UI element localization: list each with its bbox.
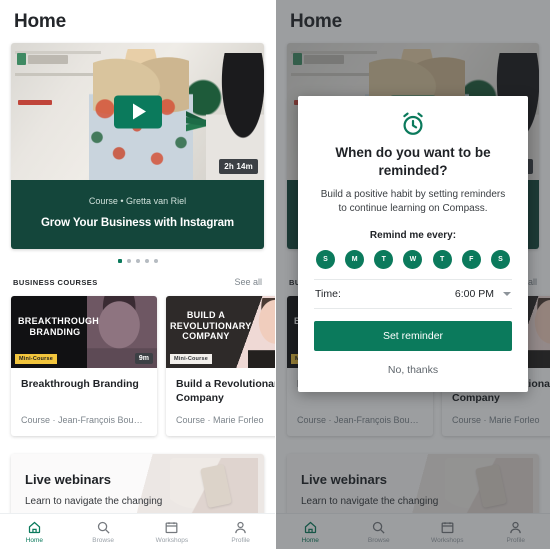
course-card-list: BREAKTHROUGHBRANDING Mini-Course 9m Brea… <box>0 296 275 437</box>
nav-label: Browse <box>92 536 114 544</box>
decor-book <box>28 55 68 64</box>
phone-screen-right: Home 2h 14m <box>275 0 550 549</box>
carousel-dot[interactable] <box>126 259 131 263</box>
carousel-dot[interactable] <box>117 259 122 263</box>
nav-item-home[interactable]: Home <box>0 514 69 549</box>
day-toggle-tuesday[interactable]: T <box>374 250 394 270</box>
dialog-body-text: Build a positive habit by setting remind… <box>320 189 506 215</box>
carousel-dot[interactable] <box>153 259 158 263</box>
course-title: Breakthrough Branding <box>21 378 139 390</box>
no-thanks-button[interactable]: No, thanks <box>314 357 512 382</box>
nav-label: Profile <box>231 536 250 544</box>
see-all-link[interactable]: See all <box>234 277 262 287</box>
play-icon[interactable] <box>113 95 162 128</box>
day-toggle-monday[interactable]: M <box>345 250 365 270</box>
duration-badge: 9m <box>134 353 153 364</box>
day-toggle-wednesday[interactable]: W <box>403 250 423 270</box>
course-thumbnail: BUILD AREVOLUTIONARYCOMPANY Mini-Course <box>166 296 275 368</box>
course-title: Build a Revolutionary Company <box>176 378 275 404</box>
featured-course-meta: Course • Gretta van Riel Grow Your Busin… <box>11 180 264 249</box>
dialog-heading: When do you want to be reminded? <box>335 145 491 178</box>
time-value: 6:00 PM <box>454 288 494 301</box>
screenshot-pair: Home 2h 14m Course • Gretta van Riel Gro… <box>0 0 550 549</box>
alarm-clock-icon-wrap <box>314 110 512 138</box>
carousel-dot[interactable] <box>144 259 149 263</box>
nav-item-workshops[interactable]: Workshops <box>138 514 207 549</box>
nav-item-browse[interactable]: Browse <box>69 514 138 549</box>
course-card[interactable]: BREAKTHROUGHBRANDING Mini-Course 9m Brea… <box>11 296 157 437</box>
alarm-clock-icon <box>403 112 423 135</box>
course-meta: Course · Jean-François Boucha... <box>21 415 147 425</box>
remind-frequency-label: Remind me every: <box>369 230 457 242</box>
phone-screen-left: Home 2h 14m Course • Gretta van Riel Gro… <box>0 0 275 549</box>
course-meta: Course · Marie Forleo <box>176 415 264 426</box>
home-screen-content: Home 2h 14m <box>0 0 275 549</box>
reminder-dialog: When do you want to be reminded? Build a… <box>298 96 528 393</box>
calendar-icon <box>165 521 178 533</box>
home-icon <box>28 521 40 533</box>
decor-book <box>18 100 52 105</box>
course-thumbnail: BREAKTHROUGHBRANDING Mini-Course 9m <box>11 296 157 368</box>
section-title: BUSINESS COURSES <box>13 278 98 287</box>
day-toggle-thursday[interactable]: T <box>432 250 452 270</box>
time-value-group[interactable]: 6:00 PM <box>455 288 511 300</box>
thumbnail-art-title: BREAKTHROUGHBRANDING <box>18 316 100 337</box>
featured-course-title: Grow Your Business with Instagram <box>40 217 235 229</box>
thumbnail-art-title: BUILD AREVOLUTIONARYCOMPANY <box>170 310 252 342</box>
course-card-body: Build a Revolutionary Company Course · M… <box>166 368 275 436</box>
page-title: Home <box>14 11 66 32</box>
nav-label: Home <box>25 536 44 544</box>
course-card-body: Breakthrough Branding Course · Jean-Fran… <box>11 368 157 436</box>
bottom-navigation: Home Browse Workshops Profile <box>0 513 275 549</box>
featured-course-card[interactable]: 2h 14m Course • Gretta van Riel Grow You… <box>11 43 264 249</box>
chevron-down-icon[interactable] <box>503 292 511 297</box>
featured-course-thumbnail: 2h 14m <box>11 43 264 180</box>
search-icon <box>97 521 110 534</box>
mini-course-badge: Mini-Course <box>170 354 212 364</box>
mini-course-badge: Mini-Course <box>15 354 57 364</box>
course-card[interactable]: BUILD AREVOLUTIONARYCOMPANY Mini-Course … <box>166 296 275 437</box>
day-toggle-sunday[interactable]: S <box>316 250 335 270</box>
time-label: Time: <box>315 288 341 301</box>
set-reminder-button[interactable]: Set reminder <box>314 321 512 352</box>
nav-label: Workshops <box>155 536 189 544</box>
day-selector: S M T W T F S <box>314 241 512 279</box>
time-picker-row[interactable]: Time: 6:00 PM <box>314 279 512 310</box>
featured-course-subtitle: Course • Gretta van Riel <box>88 196 187 206</box>
decor-portrait <box>248 298 275 368</box>
day-toggle-friday[interactable]: F <box>461 250 481 270</box>
play-triangle <box>132 103 146 120</box>
duration-badge: 2h 14m <box>219 159 258 174</box>
live-webinars-title: Live webinars <box>25 472 111 488</box>
day-toggle-saturday[interactable]: S <box>490 250 510 270</box>
nav-item-profile[interactable]: Profile <box>206 514 275 549</box>
decor-book <box>17 53 26 65</box>
person-icon <box>235 521 246 533</box>
live-webinars-subtitle: Learn to navigate the changing <box>25 496 163 508</box>
carousel-dots[interactable] <box>0 249 275 275</box>
carousel-dot[interactable] <box>135 259 140 263</box>
business-courses-header: BUSINESS COURSES See all <box>0 275 275 296</box>
